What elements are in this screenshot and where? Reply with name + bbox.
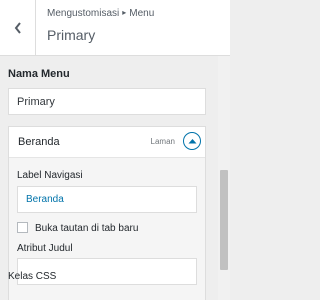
css-class-caption: Kelas CSS xyxy=(8,271,57,282)
nav-label-caption: Label Navigasi xyxy=(17,170,83,181)
menu-item-toggle-button[interactable] xyxy=(183,132,201,150)
menu-item-type: Laman xyxy=(150,137,175,146)
customizer-header: Mengustomisasi ▸ Menu Primary xyxy=(0,0,230,56)
new-tab-label: Buka tautan di tab baru xyxy=(35,223,139,234)
breadcrumb-current: Menu xyxy=(129,8,155,19)
page-title: Primary xyxy=(47,27,96,43)
menu-item-title: Beranda xyxy=(18,136,60,148)
chevron-left-icon xyxy=(14,21,21,34)
new-tab-checkbox[interactable] xyxy=(17,222,28,233)
chevron-up-icon xyxy=(188,139,196,144)
nav-label-input[interactable] xyxy=(17,186,197,213)
menu-name-input[interactable] xyxy=(8,88,206,115)
breadcrumb: Mengustomisasi ▸ Menu xyxy=(47,8,154,19)
back-button[interactable] xyxy=(0,0,36,55)
title-attribute-caption: Atribut Judul xyxy=(17,243,73,254)
breadcrumb-parent: Mengustomisasi xyxy=(47,8,120,19)
menu-item-header[interactable]: Beranda Laman xyxy=(9,127,205,158)
breadcrumb-separator-icon: ▸ xyxy=(122,8,127,17)
menu-settings-panel: Nama Menu Beranda Laman Label Navigasi B… xyxy=(0,56,218,300)
menu-name-label: Nama Menu xyxy=(8,68,70,80)
scrollbar-thumb[interactable] xyxy=(220,170,228,270)
